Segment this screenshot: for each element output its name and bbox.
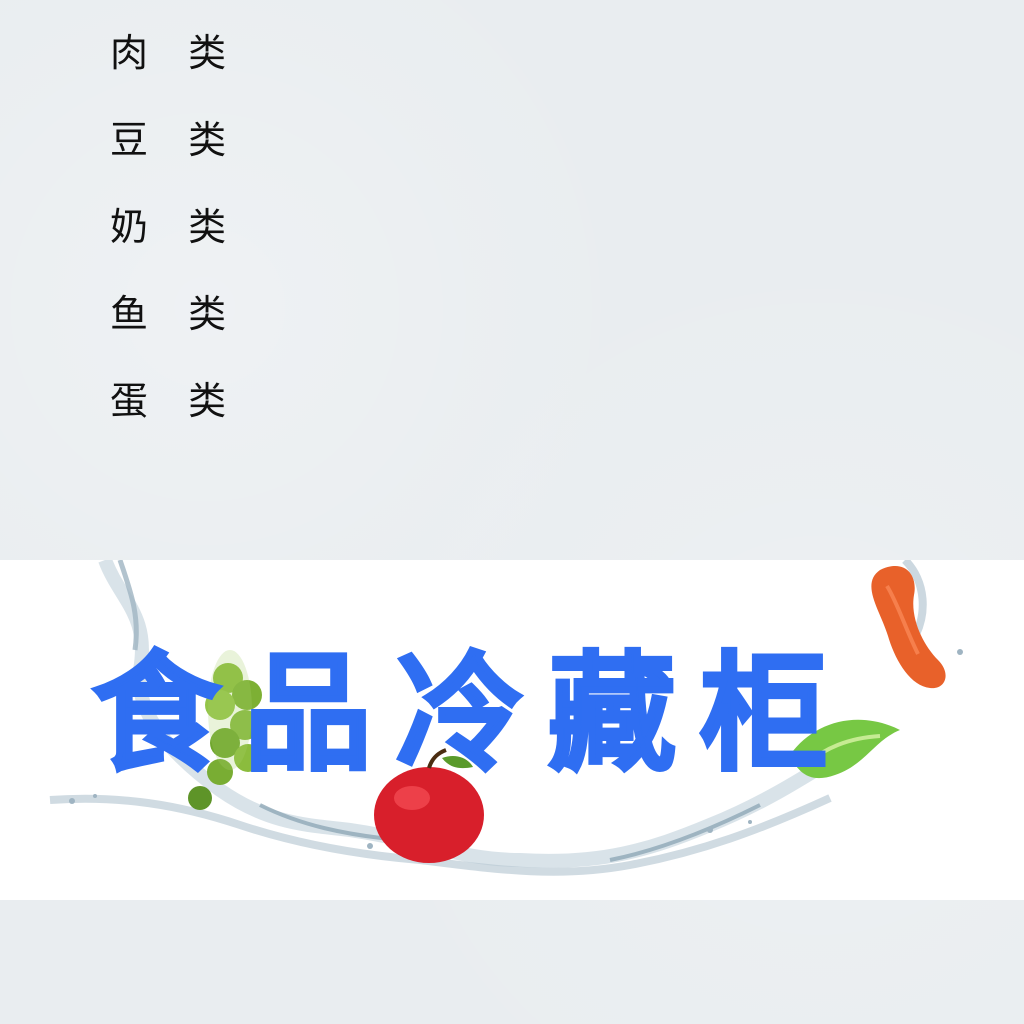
banner-title: 食品冷藏柜: [91, 640, 853, 789]
category-list: 肉 类 豆 类 奶 类 鱼 类 蛋 类: [110, 28, 240, 463]
category-fish: 鱼 类: [110, 292, 241, 336]
category-meat: 肉 类: [110, 31, 241, 75]
category-eggs: 蛋 类: [110, 379, 241, 423]
category-dairy: 奶 类: [110, 205, 241, 249]
banner: 食品冷藏柜: [0, 560, 1024, 900]
category-beans: 豆 类: [110, 118, 241, 162]
